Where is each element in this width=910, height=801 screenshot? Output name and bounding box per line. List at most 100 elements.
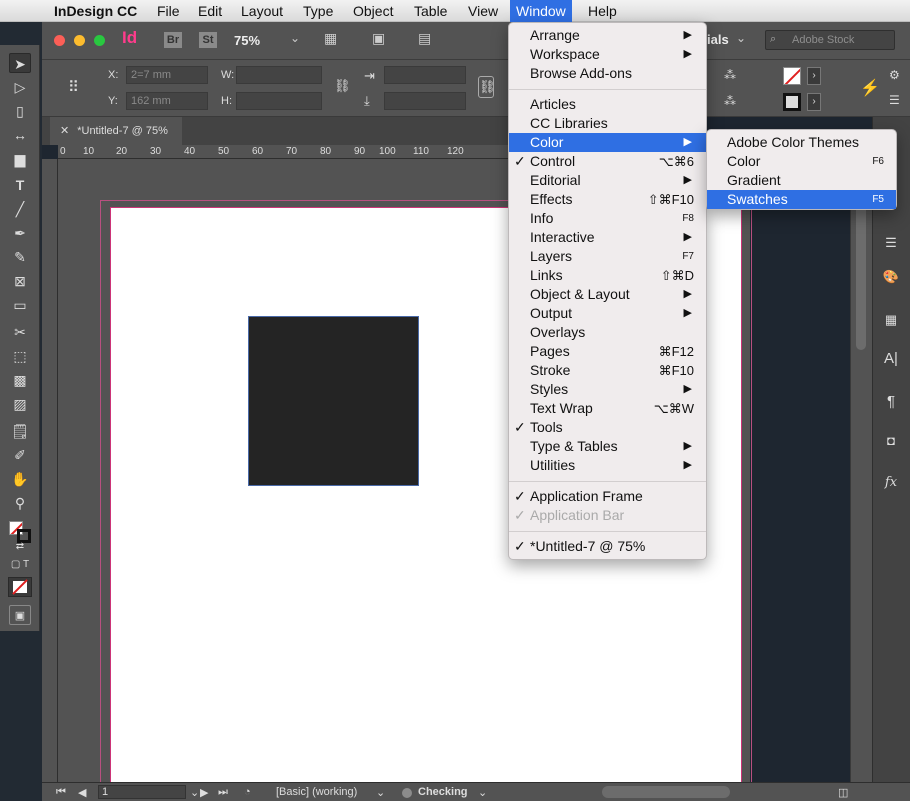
paragraph-icon[interactable]: ¶ [881, 393, 901, 410]
h-field[interactable] [236, 92, 322, 110]
zoom-window-button[interactable] [94, 35, 105, 46]
vertical-ruler[interactable] [42, 159, 58, 782]
page-number-field[interactable]: 1 [98, 785, 186, 799]
menu-item-tools[interactable]: ✓ Tools [509, 418, 706, 437]
menu-item-utilities[interactable]: Utilities ▶ [509, 456, 706, 475]
menu-item-output[interactable]: Output ▶ [509, 304, 706, 323]
adobe-stock-search[interactable]: ⌕ Adobe Stock [765, 30, 895, 50]
menu-object[interactable]: Object [353, 0, 393, 22]
previous-page-icon[interactable]: ◀ [78, 786, 86, 799]
menu-item-editorial[interactable]: Editorial ▶ [509, 171, 706, 190]
menu-item-control[interactable]: ✓ Control ⌥⌘6 [509, 152, 706, 171]
menu-item-links[interactable]: Links ⇧⌘D [509, 266, 706, 285]
workspace-chevron-icon[interactable]: ⌄ [736, 31, 746, 45]
zoom-tool-icon[interactable]: ⚲ [9, 493, 31, 513]
eyedropper-tool-icon[interactable]: ✐ [9, 445, 31, 465]
quick-apply-icon[interactable]: ⚡ [860, 78, 880, 98]
menu-item-object-layout[interactable]: Object & Layout ▶ [509, 285, 706, 304]
scissors-tool-icon[interactable]: ✂ [9, 322, 31, 342]
split-view-icon[interactable]: ◫ [838, 786, 848, 799]
constrain-scale-icon[interactable]: ⛓ [478, 76, 496, 98]
menu-item-workspace[interactable]: Workspace ▶ [509, 45, 706, 64]
menu-table[interactable]: Table [414, 0, 447, 22]
horizontal-scroll-thumb[interactable] [602, 786, 730, 798]
stock-button[interactable]: St [199, 32, 217, 48]
menu-item-text-wrap[interactable]: Text Wrap ⌥⌘W [509, 399, 706, 418]
menu-item-document-window[interactable]: ✓ *Untitled-7 @ 75% [509, 537, 706, 556]
stroke-panel-icon[interactable]: ☰ [881, 235, 901, 251]
zoom-level[interactable]: 75% [234, 33, 260, 48]
arrange-documents-icon[interactable]: ▤ [418, 30, 431, 47]
fill-none-swatch-icon[interactable] [783, 67, 801, 85]
page-style-status[interactable]: [Basic] (working) [276, 786, 357, 798]
menu-item-type-tables[interactable]: Type & Tables ▶ [509, 437, 706, 456]
stroke-menu-arrow-icon[interactable]: › [807, 93, 821, 111]
dark-rectangle-frame[interactable] [248, 316, 419, 486]
menu-item-swatches[interactable]: Swatches F5 [707, 190, 896, 209]
reference-point-icon[interactable]: ⠿ [68, 78, 79, 96]
menu-item-styles[interactable]: Styles ▶ [509, 380, 706, 399]
menu-item-layers[interactable]: Layers F7 [509, 247, 706, 266]
gradient-feather-tool-icon[interactable]: ▨ [9, 394, 31, 414]
menu-item-browse-add-ons[interactable]: Browse Add-ons [509, 64, 706, 83]
type-tool-icon[interactable]: T [9, 175, 31, 195]
swap-fill-stroke-icon[interactable]: ⇄ [9, 537, 31, 557]
document-tab[interactable]: ✕ *Untitled-7 @ 75% [50, 117, 182, 145]
y-field[interactable]: 162 mm [126, 92, 208, 110]
menu-type[interactable]: Type [303, 0, 333, 22]
menu-item-articles[interactable]: Articles [509, 95, 706, 114]
formatting-affects-container-icon[interactable]: ▢ T [9, 555, 31, 575]
note-tool-icon[interactable]: 🗒 [9, 421, 31, 441]
apply-none-icon[interactable] [8, 577, 32, 597]
menu-edit[interactable]: Edit [198, 0, 222, 22]
gradient-swatch-tool-icon[interactable]: ▩ [9, 370, 31, 390]
w-field[interactable] [236, 66, 322, 84]
preflight-status[interactable]: Checking [418, 786, 468, 798]
cc-libraries-icon[interactable]: ▦ [881, 312, 901, 328]
minimize-window-button[interactable] [74, 35, 85, 46]
menu-item-cc-libraries[interactable]: CC Libraries [509, 114, 706, 133]
scale-y-field[interactable] [384, 92, 466, 110]
view-options-icon[interactable]: ▦ [324, 30, 337, 47]
menu-item-stroke[interactable]: Stroke ⌘F10 [509, 361, 706, 380]
style-chevron-icon[interactable]: ⌄ [376, 786, 385, 799]
last-page-icon[interactable]: ⏭ [218, 786, 228, 799]
close-tab-icon[interactable]: ✕ [60, 125, 69, 137]
pencil-tool-icon[interactable]: ✎ [9, 247, 31, 267]
bridge-button[interactable]: Br [164, 32, 182, 48]
close-window-button[interactable] [54, 35, 65, 46]
x-field[interactable]: 2=7 mm [126, 66, 208, 84]
menu-layout[interactable]: Layout [241, 0, 283, 22]
free-transform-tool-icon[interactable]: ⬚ [9, 346, 31, 366]
text-wrap-icon[interactable]: ◘ [881, 433, 901, 448]
menu-item-interactive[interactable]: Interactive ▶ [509, 228, 706, 247]
menu-item-pages[interactable]: Pages ⌘F12 [509, 342, 706, 361]
menu-item-color-panel[interactable]: Color F6 [707, 152, 896, 171]
gear-icon[interactable]: ⚙ [889, 68, 900, 82]
menu-item-color[interactable]: Color ▶ [509, 133, 706, 152]
menu-item-overlays[interactable]: Overlays [509, 323, 706, 342]
menu-item-gradient[interactable]: Gradient [707, 171, 896, 190]
distribute-icon[interactable]: ⁂ [724, 94, 736, 108]
menu-view[interactable]: View [468, 0, 498, 22]
next-page-icon[interactable]: ▶ [200, 786, 208, 799]
menu-help[interactable]: Help [588, 0, 617, 22]
swatches-palette-icon[interactable]: 🎨 [881, 269, 901, 285]
menu-item-info[interactable]: Info F8 [509, 209, 706, 228]
menu-item-arrange[interactable]: Arrange ▶ [509, 26, 706, 45]
menu-file[interactable]: File [157, 0, 180, 22]
screen-mode-icon[interactable]: ▣ [372, 30, 385, 47]
page-menu-chevron-icon[interactable]: ⌄ [190, 786, 199, 799]
rectangle-frame-tool-icon[interactable]: ⊠ [9, 271, 31, 291]
selection-tool-icon[interactable]: ➤ [9, 53, 31, 73]
stroke-swatch-icon[interactable] [783, 93, 801, 111]
direct-selection-tool-icon[interactable]: ▷ [9, 77, 31, 97]
content-collector-icon[interactable]: ▆ [9, 149, 31, 169]
align-icon[interactable]: ⁂ [724, 68, 736, 82]
page-tool-icon[interactable]: ▯ [9, 101, 31, 121]
app-name-menu[interactable]: InDesign CC [54, 0, 137, 22]
menu-item-application-frame[interactable]: ✓ Application Frame [509, 487, 706, 506]
panel-menu-icon[interactable]: ☰ [889, 93, 900, 107]
gap-tool-icon[interactable]: ↔ [9, 125, 31, 145]
open-page-icon[interactable]: ◔ [244, 786, 251, 798]
